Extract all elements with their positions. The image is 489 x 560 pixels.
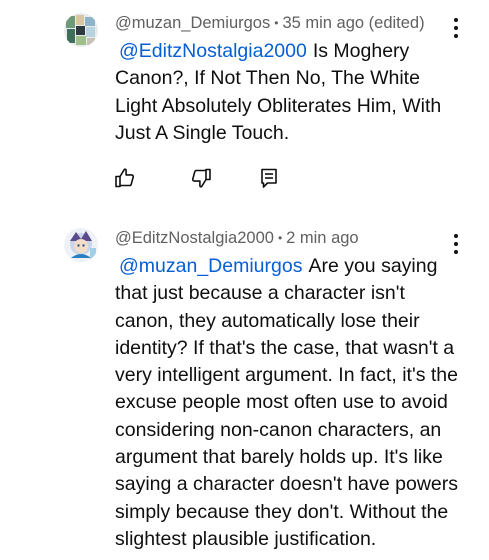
mention-link[interactable]: @EditzNostalgia2000 [119, 40, 307, 62]
timestamp: 35 min ago (edited) [282, 14, 425, 32]
dot-icon [454, 18, 458, 22]
thumb-up-icon [115, 168, 135, 188]
timestamp: 2 min ago [286, 229, 359, 247]
comment-meta: @muzan_Demiurgos • 35 min ago (edited) [115, 13, 425, 34]
meta-separator: • [274, 16, 279, 30]
more-options-button[interactable] [449, 16, 463, 40]
author-name[interactable]: @muzan_Demiurgos [115, 14, 270, 32]
author-name[interactable]: @EditzNostalgia2000 [115, 229, 274, 247]
thumb-down-icon [191, 168, 211, 188]
comment-item: @muzan_Demiurgos • 35 min ago (edited) @Ed… [0, 0, 489, 200]
dot-icon [454, 26, 458, 30]
meta-separator: • [277, 231, 283, 245]
reply-icon [261, 168, 277, 188]
mention-link[interactable]: @muzan_Demiurgos [119, 255, 302, 277]
avatar[interactable] [64, 13, 98, 47]
dislike-button[interactable] [189, 166, 215, 190]
comment-text: @EditzNostalgia2000 Is Moghery Canon?, If… [115, 38, 460, 147]
avatar-mosaic-icon [64, 13, 98, 47]
like-button[interactable] [113, 166, 139, 190]
dot-icon [454, 234, 458, 238]
comment-meta: @EditzNostalgia2000 • 2 min ago [115, 228, 359, 249]
comment-body: Are you saying that just because a chara… [115, 255, 459, 550]
avatar-character-icon [64, 228, 98, 262]
avatar[interactable] [64, 228, 98, 262]
dot-icon [454, 242, 458, 246]
reply-button[interactable] [257, 166, 283, 190]
comment-item: @EditzNostalgia2000 • 2 min ago @muzan_Dem… [0, 218, 489, 560]
comment-text: @muzan_Demiurgos Are you saying that just… [115, 253, 460, 553]
